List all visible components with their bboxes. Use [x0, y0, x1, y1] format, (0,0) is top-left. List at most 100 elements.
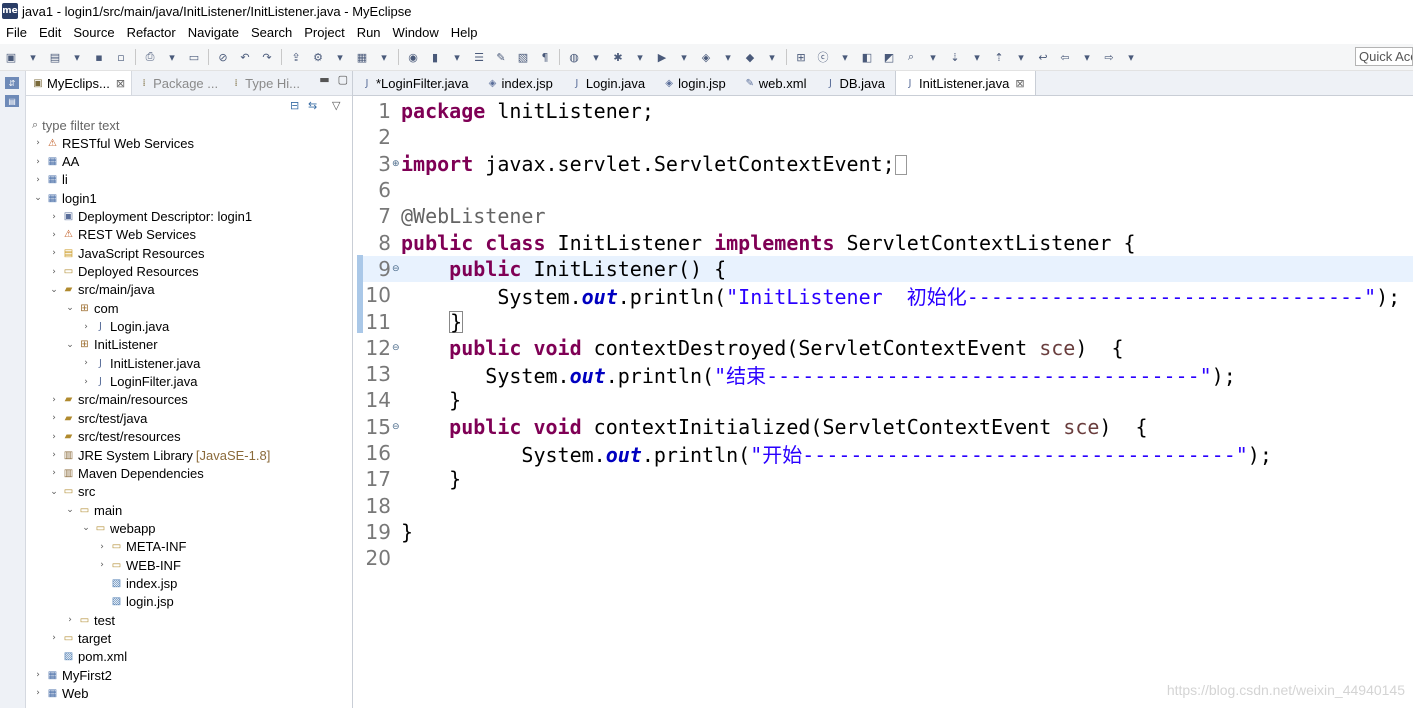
menu-navigate[interactable]: Navigate	[182, 25, 245, 40]
block-selection-icon[interactable]: ▧	[515, 49, 531, 65]
expanded-chevron-icon[interactable]: ⌄	[64, 303, 76, 313]
menu-edit[interactable]: Edit	[33, 25, 67, 40]
collapsed-chevron-icon[interactable]: ›	[32, 670, 44, 680]
new-project-icon[interactable]: ▤	[47, 49, 63, 65]
grid-icon[interactable]: ▦	[354, 49, 370, 65]
collapsed-chevron-icon[interactable]: ›	[32, 157, 44, 167]
expanded-chevron-icon[interactable]: ⌄	[48, 285, 60, 295]
expanded-chevron-icon[interactable]: ⌄	[48, 487, 60, 497]
editor-tab[interactable]: ◈ login.jsp	[655, 71, 736, 95]
collapsed-chevron-icon[interactable]: ›	[32, 688, 44, 698]
collapsed-chevron-icon[interactable]: ›	[96, 560, 108, 570]
collapsed-chevron-icon[interactable]: ›	[48, 633, 60, 643]
menu-run[interactable]: Run	[351, 25, 387, 40]
chevron-down-icon[interactable]: ▾	[25, 49, 41, 65]
mark-occurrences-icon[interactable]: ✎	[493, 49, 509, 65]
collapsed-chevron-icon[interactable]: ›	[48, 413, 60, 423]
editor-tab[interactable]: ✎ web.xml	[736, 71, 817, 95]
chevron-down-icon[interactable]: ▾	[449, 49, 465, 65]
whitespace-icon[interactable]: ¶	[537, 49, 553, 65]
collapsed-chevron-icon[interactable]: ›	[48, 468, 60, 478]
menu-refactor[interactable]: Refactor	[121, 25, 182, 40]
collapsed-chevron-icon[interactable]: ›	[48, 395, 60, 405]
tab-type-hierarchy[interactable]: ⁞ Type Hi...	[224, 71, 306, 95]
skip-breakpoints-icon[interactable]: ⊘	[215, 49, 231, 65]
collapsed-chevron-icon[interactable]: ›	[48, 432, 60, 442]
chevron-down-icon[interactable]: ▾	[764, 49, 780, 65]
outline-icon[interactable]: ☰	[471, 49, 487, 65]
tree-item[interactable]: ⌄ ▰ src/main/java	[26, 281, 352, 299]
tree-item[interactable]: › ▭ Deployed Resources	[26, 262, 352, 280]
new-java-package-icon[interactable]: ⊞	[793, 49, 809, 65]
tree-item[interactable]: › ▦ AA	[26, 152, 352, 170]
tree-item[interactable]: › J LoginFilter.java	[26, 372, 352, 390]
chevron-down-icon[interactable]: ▾	[969, 49, 985, 65]
editor-tab[interactable]: ◈ index.jsp	[479, 71, 563, 95]
print-icon[interactable]: ⎙	[142, 49, 158, 65]
servers-view-icon[interactable]: ▤	[5, 95, 19, 107]
coverage-icon[interactable]: ◆	[742, 49, 758, 65]
chevron-down-icon[interactable]: ▾	[332, 49, 348, 65]
tree-item[interactable]: ⌄ ▭ main	[26, 501, 352, 519]
last-edit-icon[interactable]: ↩	[1035, 49, 1051, 65]
new-class-icon[interactable]: ⓒ	[815, 49, 831, 65]
chevron-down-icon[interactable]: ▾	[720, 49, 736, 65]
debug-icon[interactable]: ✱	[610, 49, 626, 65]
tree-item[interactable]: ⌄ ⊞ InitListener	[26, 336, 352, 354]
tree-item[interactable]: ⌄ ⊞ com	[26, 299, 352, 317]
undo-icon[interactable]: ↶	[237, 49, 253, 65]
chevron-down-icon[interactable]: ▾	[1123, 49, 1139, 65]
tree-item[interactable]: ▧ index.jsp	[26, 574, 352, 592]
chevron-down-icon[interactable]: ▾	[164, 49, 180, 65]
tree-item[interactable]: › J Login.java	[26, 317, 352, 335]
tree-item[interactable]: › ▭ META-INF	[26, 538, 352, 556]
restore-view-icon[interactable]: ⇵	[5, 77, 19, 89]
menu-project[interactable]: Project	[298, 25, 350, 40]
menu-search[interactable]: Search	[245, 25, 298, 40]
expanded-chevron-icon[interactable]: ⌄	[64, 340, 76, 350]
tree-item[interactable]: › ▰ src/main/resources	[26, 391, 352, 409]
collapsed-chevron-icon[interactable]: ›	[32, 175, 44, 185]
tree-item[interactable]: › ▦ li	[26, 171, 352, 189]
tree-item[interactable]: › ▭ target	[26, 629, 352, 647]
record-icon[interactable]: ◉	[405, 49, 421, 65]
back-icon[interactable]: ⇦	[1057, 49, 1073, 65]
code-area[interactable]: 1 package lnitListener; 2 3 ⊕ import java…	[363, 96, 1413, 708]
editor-tab[interactable]: J *LoginFilter.java	[353, 71, 479, 95]
tree-item[interactable]: › ▰ src/test/java	[26, 409, 352, 427]
tree-item[interactable]: ⌄ ▭ src	[26, 483, 352, 501]
run-icon[interactable]: ▶	[654, 49, 670, 65]
tree-item[interactable]: ⌄ ▦ login1	[26, 189, 352, 207]
menu-file[interactable]: File	[0, 25, 33, 40]
save-icon[interactable]: ▪	[91, 49, 107, 65]
annotation-prev-icon[interactable]: ⇡	[991, 49, 1007, 65]
web-browser-icon[interactable]: ◍	[566, 49, 582, 65]
menu-source[interactable]: Source	[67, 25, 120, 40]
tree-item[interactable]: ▧ login.jsp	[26, 593, 352, 611]
folded-imports-marker[interactable]	[894, 155, 907, 176]
editor-tab[interactable]: J InitListener.java ⊠	[895, 71, 1036, 95]
chevron-down-icon[interactable]: ▾	[376, 49, 392, 65]
bookmark-icon[interactable]: ▮	[427, 49, 443, 65]
redo-icon[interactable]: ↷	[259, 49, 275, 65]
minimize-icon[interactable]: ▬	[319, 73, 329, 86]
tree-item[interactable]: › ⚠ RESTful Web Services	[26, 134, 352, 152]
link-with-editor-icon[interactable]: ⇆	[308, 99, 317, 112]
search-icon[interactable]: ⌕	[903, 49, 919, 65]
chevron-down-icon[interactable]: ▾	[632, 49, 648, 65]
view-menu-icon[interactable]: ▽	[332, 99, 340, 112]
editor-tab[interactable]: J Login.java	[563, 71, 655, 95]
tree-item[interactable]: › ▰ src/test/resources	[26, 428, 352, 446]
tree-item[interactable]: › ▥ JRE System Library [JavaSE-1.8]	[26, 446, 352, 464]
open-type-icon[interactable]: ◧	[859, 49, 875, 65]
annotation-next-icon[interactable]: ⇣	[947, 49, 963, 65]
tree-item[interactable]: › ⚠ REST Web Services	[26, 226, 352, 244]
collapsed-chevron-icon[interactable]: ›	[64, 615, 76, 625]
expanded-chevron-icon[interactable]: ⌄	[64, 505, 76, 515]
collapsed-chevron-icon[interactable]: ›	[48, 212, 60, 222]
run-external-icon[interactable]: ◈	[698, 49, 714, 65]
deploy-icon[interactable]: ⇪	[288, 49, 304, 65]
expanded-chevron-icon[interactable]: ⌄	[80, 523, 92, 533]
chevron-down-icon[interactable]: ▾	[676, 49, 692, 65]
tab-myeclipse-explorer[interactable]: ▣ MyEclips... ⊠	[26, 71, 133, 95]
